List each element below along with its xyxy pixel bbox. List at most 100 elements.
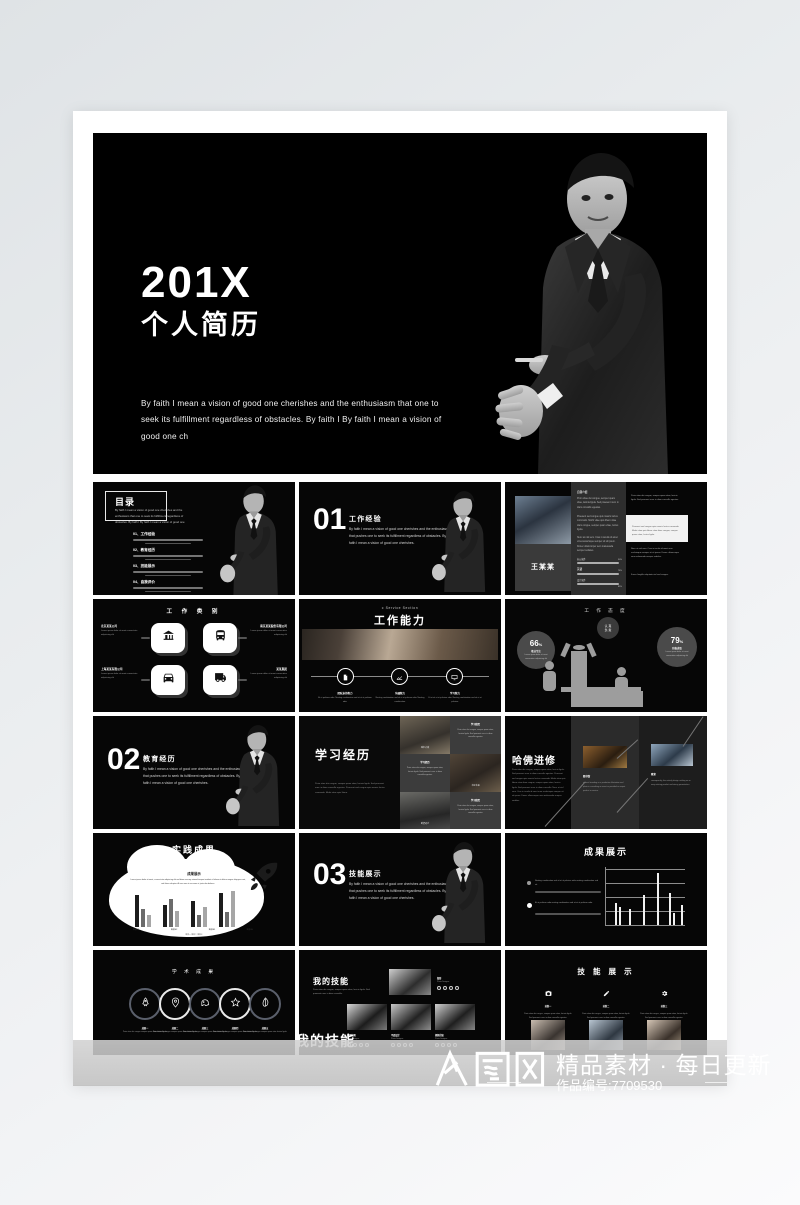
truck-icon	[214, 671, 227, 689]
category-label: 数据组2	[170, 929, 178, 931]
cloud-body: Lorem ipsum dolor sit amet, consectetur …	[130, 879, 246, 885]
study-cell-image-3[interactable]: 眺望远方	[400, 792, 450, 829]
slide-thumb-study-experience[interactable]: 学习经历 Proin vitae dui congue, semper quam…	[299, 716, 501, 829]
businessman-portrait-small	[209, 719, 287, 829]
cell-title: 学习经历	[470, 724, 481, 726]
person-right-body	[615, 677, 628, 693]
study-caption-2: 书写未来	[471, 785, 480, 787]
slide-thumb-harvard[interactable]: 哈佛进修 Proin vitae dui congue, semper quam…	[505, 716, 707, 829]
chart-icon	[396, 668, 403, 686]
study-cell-text-2[interactable]: 学习经历 Proin vitae dui congue, semper quam…	[400, 754, 450, 792]
leaf-icon	[260, 995, 271, 1013]
rocket-icon	[140, 995, 151, 1013]
ability-step-2[interactable]	[391, 668, 408, 685]
showcase-col-1: 技能一 Proin vitae dui congue, semper quam …	[523, 984, 573, 1020]
profile-text-pane: 自我介绍 Proin vitae dui congue, semper quam…	[571, 482, 626, 595]
ring-2[interactable]	[159, 988, 191, 1020]
skills-title: 我的技能	[313, 977, 349, 986]
study-body: Proin vitae dui congue, semper quam vita…	[315, 783, 385, 794]
ability-caption-2: 沟通能力 Nesting combination sed sit et ut p…	[372, 691, 428, 705]
skill-caption-4: 视频剪辑 Photo Designer	[435, 1033, 447, 1040]
profile-block-1: Proin vitae dui congue, semper quam vita…	[577, 498, 619, 509]
slide-thumb-catalog[interactable]: 目录 By faith I mean a vision of good one …	[93, 482, 295, 595]
catalog-item-1[interactable]: 01、工作经验	[133, 532, 205, 545]
businessman-portrait-small	[415, 485, 493, 595]
showcase-label: 技能三	[660, 1006, 668, 1008]
stat-label-right: 积极进取	[672, 647, 682, 651]
profile-side-text-2: Nunc at nisl sem. Cras in iaculis id ame…	[631, 548, 680, 558]
study-cell-image-2[interactable]: 书写未来	[450, 754, 501, 792]
work-type-label-2: 南京某某股份有限公司 Lorem ipsum dolor sit amet co…	[247, 624, 287, 638]
stat-bubble-right: 79% 积极进取 Lorem ipsum dolor sit amet cons…	[657, 627, 697, 667]
skill-photo-1[interactable]	[389, 969, 431, 995]
skill-photo-2[interactable]	[347, 1004, 387, 1030]
cell-title: 学习经历	[420, 762, 430, 764]
meter-label-2: 英语	[577, 568, 583, 571]
caption-label: 学习能力	[449, 692, 460, 695]
card-bus[interactable]	[203, 623, 237, 653]
hero-slide[interactable]: 201X 个人简历 By faith I mean a vision of go…	[93, 133, 707, 474]
slide-thumb-profile[interactable]: 王某某 自我介绍 Proin vitae dui congue, semper …	[505, 482, 707, 595]
ring-4[interactable]	[219, 988, 251, 1020]
chart-bar	[619, 907, 621, 925]
study-caption-3: 眺望远方	[420, 823, 430, 825]
showcase-col-3: 技能三 Proin vitae dui congue, semper quam …	[639, 984, 689, 1020]
stat-label-left: 敬业专注	[531, 650, 541, 654]
cloud-bar-group-1	[135, 891, 151, 927]
stat-pct-right: 79%	[670, 636, 684, 646]
ring-5[interactable]	[249, 988, 281, 1020]
slide-thumb-work-type[interactable]: 工 作 类 别 北京某某公司 Lorem ipsum dolor sit ame…	[93, 599, 295, 712]
attitude-top-bubble: 认 真 负 责	[597, 617, 619, 639]
skill-photo-4[interactable]	[435, 1004, 475, 1030]
chart-bar	[629, 909, 631, 925]
card-bank[interactable]	[151, 623, 185, 653]
ability-step-1[interactable]	[337, 668, 354, 685]
profile-highlight-card: Praesent sed congue quis mauris luctus c…	[626, 515, 688, 542]
profile-side-text-1: Proin vitae dui congue, semper quam vita…	[631, 495, 679, 501]
gear-icon	[661, 984, 668, 1001]
catalog-item-4[interactable]: 04、自我评价	[133, 580, 205, 593]
study-left-pane	[299, 716, 400, 829]
catalog-item-2[interactable]: 02、教育经历	[133, 548, 205, 561]
study-cell-text-3[interactable]: 学习经历 Proin vitae dui congue, semper quam…	[450, 792, 501, 829]
profile-highlight-text: Praesent sed congue quis mauris luctus c…	[632, 526, 680, 536]
work-type-label-1: 北京某某公司 Lorem ipsum dolor sit amet consec…	[101, 624, 141, 638]
businessman-portrait-small	[201, 482, 287, 595]
slide-thumb-section-02[interactable]: 02 教育经历 By faith I mean a vision of good…	[93, 716, 295, 829]
caption-sub: Et ut pulvinar odio. Nesting combination…	[318, 697, 372, 703]
watermark-rule-left	[487, 1082, 521, 1083]
work-type-title: 工 作 类 别	[166, 609, 222, 615]
ring-3[interactable]	[189, 988, 221, 1020]
slide-thumb-achievement-chart[interactable]: 成果展示 Nesting combination sed sit et ut p…	[505, 833, 707, 946]
laptop-photo	[302, 629, 498, 660]
work-type-label-3: 上海某某有限公司 Lorem ipsum dolor sit amet cons…	[101, 667, 141, 681]
card-car[interactable]	[151, 665, 185, 695]
slide-thumb-section-03[interactable]: 03 技能展示 By faith I mean a vision of good…	[299, 833, 501, 946]
study-cell-image-1[interactable]: 城市之夜	[400, 716, 450, 754]
catalog-item-3[interactable]: 03、技能展示	[133, 564, 205, 577]
slide-thumb-practice-achievements[interactable]: 实践成果 成果展示 Lorem ipsum dolor sit amet, co…	[93, 833, 295, 946]
section-number: 02	[107, 743, 141, 776]
card-truck[interactable]	[203, 665, 237, 695]
chart-bar	[673, 913, 675, 925]
attitude-title: 工 作 态 度	[584, 608, 628, 613]
study-cell-text-1[interactable]: 学习经历 Proin vitae dui congue, semper quam…	[450, 716, 501, 754]
showcase-label: 技能二	[602, 1006, 610, 1008]
grid-line-4	[605, 911, 685, 912]
stat-unit-left: %	[538, 642, 543, 648]
label-sub: Lorem ipsum dolor sit amet consectetur a…	[250, 630, 287, 636]
slide-thumb-work-ability[interactable]: c Service Section 工作能力 团队协作能力 Et ut pulv…	[299, 599, 501, 712]
catalog-item-label: 01、工作经验	[133, 532, 155, 536]
skill-photo-3[interactable]	[391, 1004, 431, 1030]
stat-pct-left: 66%	[529, 639, 543, 649]
cloud-bar-group-3	[191, 891, 207, 927]
label-text: 北京某某公司	[101, 625, 118, 628]
harvard-right-pane	[639, 716, 707, 829]
ability-step-3[interactable]	[446, 668, 463, 685]
attitude-top-label: 认 真 负 责	[604, 623, 612, 633]
ring-1[interactable]	[129, 988, 161, 1020]
slide-thumb-section-01[interactable]: 01 工作经验 By faith I mean a vision of good…	[299, 482, 501, 595]
star-icon	[230, 995, 241, 1013]
slide-thumb-work-attitude[interactable]: 工 作 态 度 认 真 负 责 66% 敬业专注 Lorem ipsum dol…	[505, 599, 707, 712]
harvard-body: Proin vitae dui congue, semper quam vita…	[512, 769, 566, 802]
